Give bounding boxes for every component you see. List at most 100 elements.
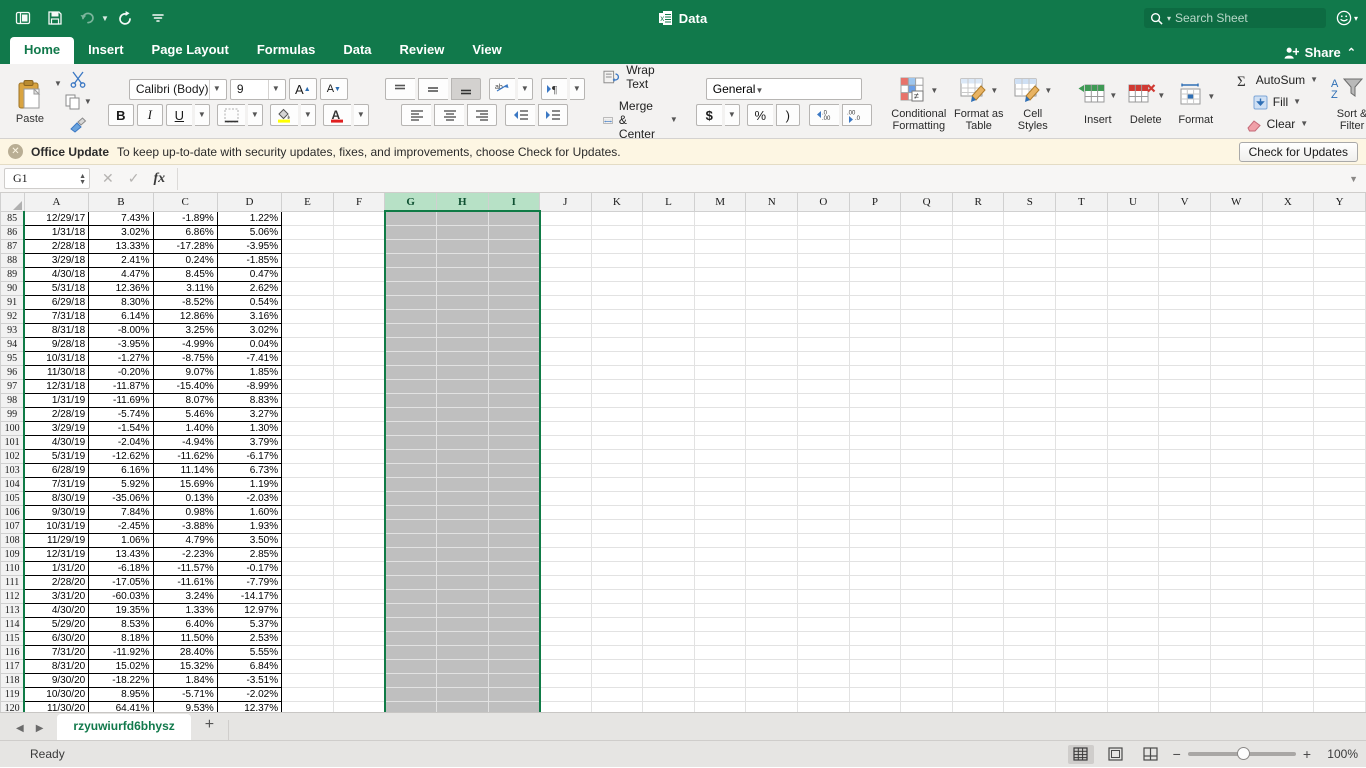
- cell-F117[interactable]: [333, 659, 386, 674]
- cell-Q92[interactable]: [900, 309, 953, 324]
- cell-A98[interactable]: 1/31/19: [23, 392, 90, 408]
- select-all-button[interactable]: [0, 193, 25, 212]
- column-header-s[interactable]: S: [1003, 193, 1057, 212]
- cell-L94[interactable]: [642, 337, 695, 352]
- cell-A86[interactable]: 1/31/18: [23, 224, 90, 240]
- cell-C89[interactable]: 8.45%: [152, 266, 218, 282]
- cell-R109[interactable]: [952, 547, 1005, 562]
- cell-P89[interactable]: [849, 267, 902, 282]
- row-header-111[interactable]: 111: [0, 574, 26, 590]
- cell-L117[interactable]: [642, 659, 695, 674]
- cell-B88[interactable]: 2.41%: [88, 252, 154, 268]
- cell-W94[interactable]: [1210, 337, 1263, 352]
- cell-M85[interactable]: [694, 211, 747, 226]
- cell-U100[interactable]: [1107, 421, 1160, 436]
- cell-Y116[interactable]: [1313, 645, 1366, 660]
- cell-C114[interactable]: 6.40%: [152, 616, 218, 632]
- cell-L87[interactable]: [642, 239, 695, 254]
- cell-S107[interactable]: [1003, 519, 1057, 534]
- cell-F86[interactable]: [333, 225, 386, 240]
- cell-N120[interactable]: [745, 701, 799, 712]
- cell-N91[interactable]: [745, 295, 799, 310]
- cell-K89[interactable]: [591, 267, 644, 282]
- cell-R93[interactable]: [952, 323, 1005, 338]
- cell-B110[interactable]: -6.18%: [88, 560, 154, 576]
- cell-G93[interactable]: [383, 323, 437, 338]
- cell-J109[interactable]: [539, 547, 592, 562]
- cell-L104[interactable]: [642, 477, 695, 492]
- cell-S110[interactable]: [1003, 561, 1057, 576]
- cell-G103[interactable]: [383, 463, 437, 478]
- cell-K109[interactable]: [591, 547, 644, 562]
- cell-O116[interactable]: [797, 645, 850, 660]
- cell-I119[interactable]: [488, 687, 541, 702]
- cell-C112[interactable]: 3.24%: [152, 588, 218, 604]
- cell-V109[interactable]: [1158, 547, 1211, 562]
- format-as-table-button[interactable]: ▼ Format as Table: [950, 73, 1008, 132]
- format-as-table-dropdown-icon[interactable]: ▼: [990, 86, 998, 95]
- row-header-112[interactable]: 112: [0, 588, 26, 604]
- cell-T115[interactable]: [1055, 631, 1108, 646]
- cell-O95[interactable]: [797, 351, 850, 366]
- cell-Q86[interactable]: [900, 225, 953, 240]
- cell-H107[interactable]: [436, 519, 489, 534]
- cell-J85[interactable]: [539, 211, 592, 226]
- cell-D96[interactable]: 1.85%: [216, 364, 283, 380]
- cell-Q111[interactable]: [900, 575, 953, 590]
- cell-R116[interactable]: [952, 645, 1005, 660]
- cell-E96[interactable]: [281, 365, 334, 380]
- search-input[interactable]: ▾ Search Sheet: [1143, 8, 1326, 28]
- chevron-down-icon[interactable]: ▼: [267, 79, 283, 99]
- cell-J119[interactable]: [539, 687, 592, 702]
- cell-O93[interactable]: [797, 323, 850, 338]
- cell-E110[interactable]: [281, 561, 334, 576]
- cell-Y95[interactable]: [1313, 351, 1366, 366]
- cell-J99[interactable]: [539, 407, 592, 422]
- clear-dropdown-icon[interactable]: ▼: [1300, 120, 1308, 128]
- cell-U113[interactable]: [1107, 603, 1160, 618]
- decrease-decimal-button[interactable]: .0.00: [808, 104, 839, 126]
- row-header-100[interactable]: 100: [0, 420, 26, 436]
- row-header-113[interactable]: 113: [0, 602, 26, 618]
- tab-formulas[interactable]: Formulas: [243, 37, 330, 64]
- cell-G109[interactable]: [383, 547, 437, 562]
- cell-N106[interactable]: [745, 505, 799, 520]
- cell-K90[interactable]: [591, 281, 644, 296]
- cell-R98[interactable]: [952, 393, 1005, 408]
- cell-H112[interactable]: [436, 589, 489, 604]
- cell-Q117[interactable]: [900, 659, 953, 674]
- cell-X102[interactable]: [1262, 449, 1315, 464]
- cell-F107[interactable]: [333, 519, 386, 534]
- cell-B115[interactable]: 8.18%: [88, 630, 154, 646]
- cell-M112[interactable]: [694, 589, 747, 604]
- conditional-formatting-dropdown-icon[interactable]: ▼: [930, 86, 938, 95]
- row-header-94[interactable]: 94: [0, 336, 26, 352]
- cell-F89[interactable]: [333, 267, 386, 282]
- column-header-t[interactable]: T: [1055, 193, 1108, 212]
- cell-H101[interactable]: [436, 435, 489, 450]
- cell-Y91[interactable]: [1313, 295, 1366, 310]
- cell-F120[interactable]: [333, 701, 386, 712]
- cell-A118[interactable]: 9/30/20: [23, 672, 90, 688]
- copy-dropdown-icon[interactable]: ▼: [84, 98, 92, 106]
- tab-data[interactable]: Data: [329, 37, 385, 64]
- cell-L98[interactable]: [642, 393, 695, 408]
- cell-E98[interactable]: [281, 393, 334, 408]
- cell-L102[interactable]: [642, 449, 695, 464]
- cell-A90[interactable]: 5/31/18: [23, 280, 90, 296]
- cell-T98[interactable]: [1055, 393, 1108, 408]
- cell-K99[interactable]: [591, 407, 644, 422]
- close-icon[interactable]: ✕: [8, 144, 23, 159]
- cell-F103[interactable]: [333, 463, 386, 478]
- previous-sheet-icon[interactable]: ◀: [16, 723, 24, 734]
- cell-M118[interactable]: [694, 673, 747, 688]
- cell-G98[interactable]: [383, 393, 437, 408]
- cell-Q97[interactable]: [900, 379, 953, 394]
- cell-H94[interactable]: [436, 337, 489, 352]
- cell-D89[interactable]: 0.47%: [216, 266, 283, 282]
- cell-H103[interactable]: [436, 463, 489, 478]
- cell-U109[interactable]: [1107, 547, 1160, 562]
- cell-E117[interactable]: [281, 659, 334, 674]
- cell-U97[interactable]: [1107, 379, 1160, 394]
- cell-A101[interactable]: 4/30/19: [23, 434, 90, 450]
